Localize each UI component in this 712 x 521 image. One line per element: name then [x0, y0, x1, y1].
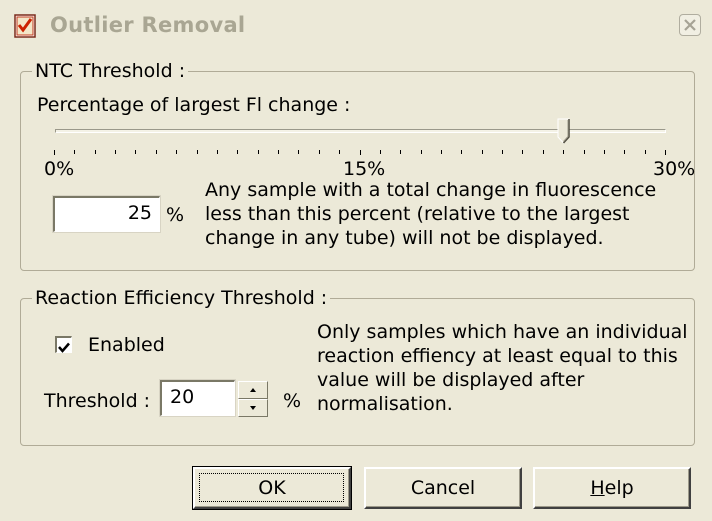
slider-tick [155, 150, 157, 154]
close-icon [684, 19, 696, 31]
ntc-percent-input[interactable]: 25 [52, 195, 161, 233]
slider-tick [257, 150, 259, 154]
slider-tick [563, 150, 565, 154]
ntc-description-line-3: change in any tube) will not be displaye… [205, 227, 604, 249]
slider-tick [298, 150, 300, 154]
slider-tick [665, 150, 666, 155]
slider-tick [359, 150, 361, 155]
slider-tick [196, 150, 198, 154]
tick-label-max: 30% [653, 158, 696, 180]
slider-tick [603, 150, 605, 154]
tick-label-min: 0% [44, 158, 75, 180]
ntc-threshold-label: NTC Threshold : [32, 60, 189, 82]
slider-tick [115, 150, 117, 154]
threshold-value: 20 [170, 386, 195, 408]
window-title: Outlier Removal [50, 13, 246, 37]
cancel-button-label: Cancel [410, 477, 476, 499]
slider-caption: Percentage of largest Fl change : [37, 94, 351, 116]
slider-tick [542, 150, 544, 154]
ret-description-line-2: reaction effiency at least equal to this [317, 345, 678, 367]
ret-description-line-4: normalisation. [317, 393, 453, 415]
slider-tick [94, 150, 96, 154]
check-mark-icon [58, 342, 70, 353]
slider-tick [135, 150, 137, 154]
ret-description-line-1: Only samples which have an individual [317, 321, 688, 343]
ntc-description-line-1: Any sample with a total change in fluore… [205, 179, 657, 201]
slider-tick [216, 150, 218, 154]
slider-tick [339, 150, 341, 154]
slider-tick [74, 150, 76, 154]
arrow-up-icon [250, 388, 256, 392]
threshold-spin-down[interactable] [238, 399, 268, 417]
ntc-percent-unit: % [166, 204, 185, 226]
slider-tick [278, 150, 280, 154]
slider-tick [502, 150, 504, 154]
ret-description-line-3: value will be displayed after [317, 369, 585, 391]
ok-button[interactable]: OK [192, 466, 352, 510]
slider-tick [400, 150, 402, 154]
cancel-button[interactable]: Cancel [364, 467, 522, 509]
threshold-label: Threshold : [44, 390, 151, 412]
slider-tick [481, 150, 483, 154]
slider-tick [624, 150, 626, 154]
ntc-percent-value: 25 [127, 202, 152, 224]
ok-button-label: OK [258, 477, 286, 499]
enabled-label[interactable]: Enabled [88, 333, 165, 357]
slider-tick [420, 150, 422, 154]
slider-tick [644, 150, 646, 154]
close-button[interactable] [679, 14, 701, 36]
title-bar[interactable]: Outlier Removal [0, 0, 712, 53]
arrow-down-icon [250, 406, 256, 410]
threshold-input[interactable]: 20 [159, 379, 236, 417]
fl-change-slider[interactable] [55, 129, 666, 133]
ntc-description-line-2: less than this percent (relative to the … [205, 203, 630, 225]
slider-tick [176, 150, 178, 154]
enabled-checkbox[interactable] [55, 336, 72, 353]
slider-tick [522, 150, 524, 154]
threshold-spin-up[interactable] [238, 381, 268, 399]
slider-tick [461, 150, 463, 154]
reaction-efficiency-label: Reaction Efficiency Threshold : [32, 287, 331, 309]
threshold-unit: % [283, 390, 302, 412]
slider-tick [583, 150, 585, 154]
slider-tick [54, 150, 55, 155]
help-button-label: Help [590, 477, 634, 499]
help-button[interactable]: Help [533, 467, 691, 509]
slider-thumb[interactable] [557, 118, 570, 144]
slider-tick [318, 150, 320, 154]
checklist-icon [14, 14, 36, 38]
slider-tick [440, 150, 442, 154]
slider-tick [379, 150, 381, 154]
slider-tick [237, 150, 239, 154]
